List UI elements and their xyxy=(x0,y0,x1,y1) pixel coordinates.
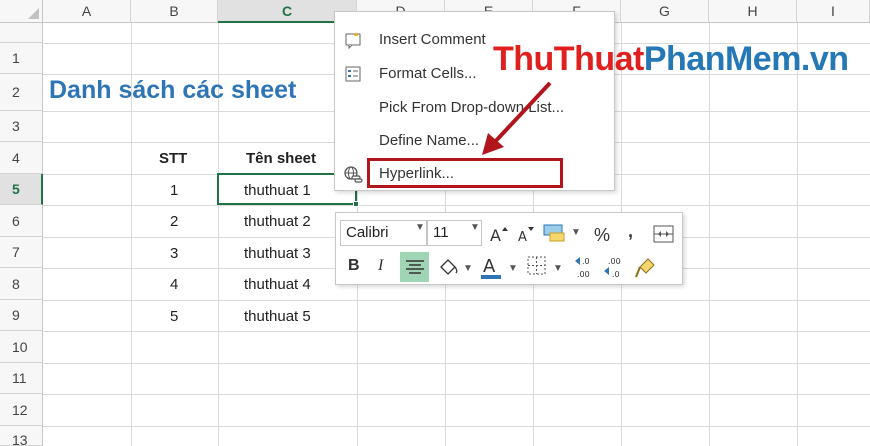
comment-icon xyxy=(345,32,361,50)
menu-label: Insert Comment xyxy=(379,31,486,48)
decrease-font-size-icon[interactable]: A xyxy=(516,225,538,245)
row-header-10[interactable]: 10 xyxy=(0,331,43,363)
align-center-icon xyxy=(406,260,424,274)
font-name-box[interactable]: Calibri xyxy=(340,220,427,246)
font-color-icon[interactable]: A xyxy=(479,253,503,281)
sheet-name-cell[interactable]: thuthuat 4 xyxy=(244,276,311,293)
chevron-down-icon[interactable]: ▼ xyxy=(553,263,563,274)
percent-style-button[interactable]: % xyxy=(594,225,610,246)
grid-line xyxy=(43,363,870,364)
chevron-down-icon[interactable]: ▼ xyxy=(463,263,473,274)
grid-line xyxy=(43,426,870,427)
row-header-5[interactable]: 5 xyxy=(0,174,43,205)
align-center-button[interactable] xyxy=(400,252,429,282)
svg-text:.0: .0 xyxy=(612,270,620,279)
italic-button[interactable]: I xyxy=(378,257,383,275)
chevron-down-icon[interactable]: ▼ xyxy=(508,263,518,274)
svg-text:A: A xyxy=(490,226,501,245)
grid-line xyxy=(43,394,870,395)
menu-label: Define Name... xyxy=(379,132,480,149)
red-arrow-annotation xyxy=(482,81,552,155)
stt-cell[interactable]: 3 xyxy=(170,245,178,262)
fill-color-icon[interactable] xyxy=(436,255,460,279)
watermark-part-2: PhanMem.vn xyxy=(643,40,849,78)
menu-label: Format Cells... xyxy=(379,65,477,82)
column-header-i[interactable]: I xyxy=(797,0,870,23)
bold-button[interactable]: B xyxy=(348,257,360,275)
stt-cell[interactable]: 4 xyxy=(170,276,178,293)
svg-text:A: A xyxy=(518,230,527,245)
borders-icon[interactable] xyxy=(526,255,548,277)
svg-text:.00: .00 xyxy=(577,270,590,279)
grid-line xyxy=(797,23,798,446)
chevron-down-icon[interactable]: ▼ xyxy=(415,222,425,233)
row-header-spacer xyxy=(0,23,43,43)
row-header-3[interactable]: 3 xyxy=(0,111,43,142)
increase-decimal-icon[interactable]: .0 .00 xyxy=(573,253,599,281)
watermark-part-1: ThuThuat xyxy=(493,40,644,78)
sheet-name-cell[interactable]: thuthuat 2 xyxy=(244,213,311,230)
svg-text:A: A xyxy=(483,256,496,277)
comma-style-button[interactable]: , xyxy=(628,221,633,242)
font-name-value: Calibri xyxy=(346,224,389,241)
column-header-h[interactable]: H xyxy=(709,0,797,23)
row-header-13[interactable]: 13 xyxy=(0,426,43,446)
grid-line xyxy=(43,205,870,206)
column-header-g[interactable]: G xyxy=(621,0,709,23)
format-painter-icon[interactable] xyxy=(634,255,658,279)
grid-line xyxy=(709,23,710,446)
stt-cell[interactable]: 5 xyxy=(170,308,178,325)
watermark-logo: ThuThuatPhanMem.vn xyxy=(493,40,849,79)
sheet-name-cell[interactable]: thuthuat 3 xyxy=(244,245,311,262)
column-header-b[interactable]: B xyxy=(131,0,218,23)
decrease-decimal-icon[interactable]: .00 .0 xyxy=(602,253,628,281)
row-header-6[interactable]: 6 xyxy=(0,205,43,237)
title-cell[interactable]: Danh sách các sheet xyxy=(49,76,296,105)
header-name-cell[interactable]: Tên sheet xyxy=(246,150,316,167)
merge-center-icon[interactable] xyxy=(652,223,676,245)
increase-font-size-icon[interactable]: A xyxy=(488,223,512,245)
stt-cell[interactable]: 2 xyxy=(170,213,178,230)
grid-line xyxy=(43,331,870,332)
cell-styles-icon[interactable] xyxy=(542,221,568,245)
row-header-2[interactable]: 2 xyxy=(0,74,43,111)
row-header-8[interactable]: 8 xyxy=(0,268,43,300)
chevron-down-icon[interactable]: ▼ xyxy=(571,227,581,238)
column-header-a[interactable]: A xyxy=(43,0,131,23)
select-all-icon xyxy=(28,8,39,19)
font-size-value: 11 xyxy=(433,224,449,241)
svg-text:.0: .0 xyxy=(582,257,590,266)
header-stt-cell[interactable]: STT xyxy=(159,150,187,167)
svg-text:.00: .00 xyxy=(608,257,621,266)
row-header-7[interactable]: 7 xyxy=(0,237,43,268)
hyperlink-icon xyxy=(344,166,363,183)
grid-line xyxy=(43,300,870,301)
sheet-name-cell[interactable]: thuthuat 5 xyxy=(244,308,311,325)
row-header-11[interactable]: 11 xyxy=(0,363,43,394)
chevron-down-icon[interactable]: ▼ xyxy=(470,222,480,233)
format-cells-icon xyxy=(345,66,361,82)
row-header-12[interactable]: 12 xyxy=(0,394,43,426)
row-header-1[interactable]: 1 xyxy=(0,43,43,74)
row-header-4[interactable]: 4 xyxy=(0,142,43,174)
fill-handle[interactable] xyxy=(353,201,359,207)
stt-cell[interactable]: 1 xyxy=(170,182,178,199)
row-header-9[interactable]: 9 xyxy=(0,300,43,331)
mini-toolbar: Calibri ▼ 11 ▼ A A ▼ % , B I ▼ A ▼ ▼ .0 … xyxy=(335,212,683,285)
select-all-corner[interactable] xyxy=(0,0,43,23)
